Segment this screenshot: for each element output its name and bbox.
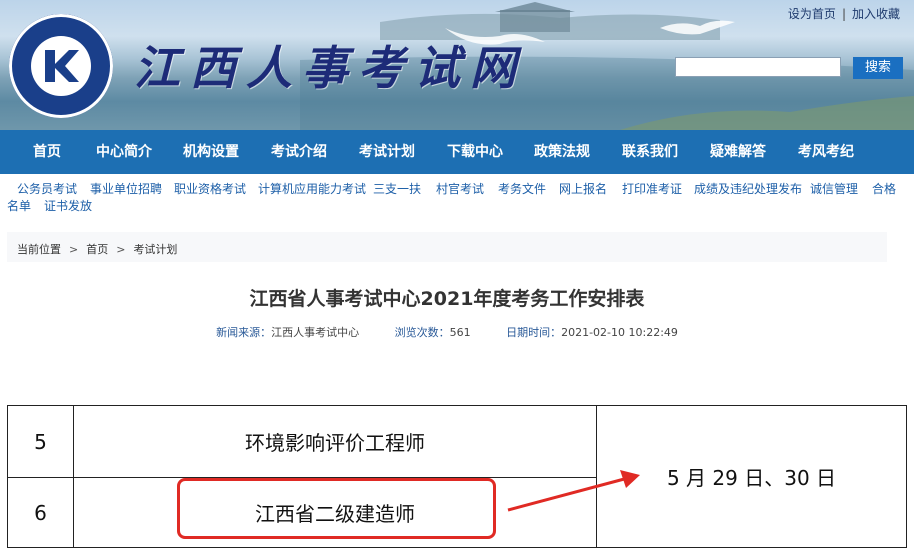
search-button[interactable]: 搜索 bbox=[853, 57, 903, 79]
nav-organization[interactable]: 机构设置 bbox=[183, 130, 239, 174]
article-title: 江西省人事考试中心2021年度考务工作安排表 bbox=[249, 288, 645, 310]
row-5-number: 5 bbox=[7, 405, 74, 478]
subnav-qualification[interactable]: 职业资格考试 bbox=[174, 180, 246, 197]
breadcrumb-separator: > bbox=[116, 243, 126, 256]
views-label: 浏览次数： bbox=[394, 326, 450, 339]
subnav-village-official[interactable]: 村官考试 bbox=[436, 180, 484, 197]
subnav-online-registration[interactable]: 网上报名 bbox=[559, 180, 607, 197]
source-value: 江西人事考试中心 bbox=[271, 326, 360, 339]
source-label: 新闻来源： bbox=[216, 326, 272, 339]
nav-contact[interactable]: 联系我们 bbox=[622, 130, 678, 174]
breadcrumb-label: 当前位置 bbox=[17, 243, 61, 256]
article-meta: 新闻来源：江西人事考试中心 浏览次数：561 日期时间：2021-02-10 1… bbox=[7, 324, 887, 340]
set-homepage-link[interactable]: 设为首页 bbox=[788, 7, 836, 21]
sub-nav: 公务员考试 事业单位招聘 职业资格考试 计算机应用能力考试 三支一扶 村官考试 … bbox=[0, 174, 914, 218]
nav-exam-plan[interactable]: 考试计划 bbox=[359, 130, 415, 174]
subnav-list[interactable]: 名单 bbox=[7, 197, 31, 214]
subnav-computer-skills[interactable]: 计算机应用能力考试 bbox=[258, 180, 366, 197]
nav-discipline[interactable]: 考风考纪 bbox=[798, 130, 854, 174]
subnav-certificate[interactable]: 证书发放 bbox=[44, 197, 92, 214]
main-nav: 首页 中心简介 机构设置 考试介绍 考试计划 下载中心 政策法规 联系我们 疑难… bbox=[0, 130, 914, 174]
nav-about[interactable]: 中心简介 bbox=[96, 130, 152, 174]
add-favorite-link[interactable]: 加入收藏 bbox=[852, 7, 900, 21]
highlight-box bbox=[177, 478, 496, 539]
red-arrow-icon bbox=[507, 470, 640, 512]
site-name: 江西人事考试网 bbox=[134, 41, 526, 95]
nav-policies[interactable]: 政策法规 bbox=[534, 130, 590, 174]
search-input[interactable] bbox=[675, 57, 841, 77]
subnav-print-admission[interactable]: 打印准考证 bbox=[622, 180, 682, 197]
subnav-sanzhi-yifu[interactable]: 三支一扶 bbox=[373, 180, 421, 197]
top-links-separator: | bbox=[841, 7, 846, 21]
nav-faq[interactable]: 疑难解答 bbox=[710, 130, 766, 174]
subnav-exam-documents[interactable]: 考务文件 bbox=[498, 180, 546, 197]
breadcrumb: 当前位置 > 首页 > 考试计划 bbox=[17, 241, 177, 257]
nav-downloads[interactable]: 下载中心 bbox=[447, 130, 503, 174]
site-logo[interactable] bbox=[9, 14, 113, 118]
nav-exam-intro[interactable]: 考试介绍 bbox=[271, 130, 327, 174]
article-panel: 当前位置 > 首页 > 考试计划 江西省人事考试中心2021年度考务工作安排表 新闻来源… bbox=[7, 232, 887, 357]
views-value: 561 bbox=[449, 326, 471, 339]
nav-home[interactable]: 首页 bbox=[33, 130, 61, 174]
header-banner: 江西人事考试网 设为首页 | 加入收藏 搜索 bbox=[0, 0, 914, 130]
top-links: 设为首页 | 加入收藏 bbox=[788, 5, 900, 22]
subnav-public-institution[interactable]: 事业单位招聘 bbox=[90, 180, 162, 197]
subnav-credit-management[interactable]: 诚信管理 bbox=[810, 180, 858, 197]
subnav-civil-servant[interactable]: 公务员考试 bbox=[17, 180, 77, 197]
row-6-number: 6 bbox=[7, 477, 74, 548]
logo-emblem-icon bbox=[31, 36, 91, 96]
breadcrumb-exam-plan[interactable]: 考试计划 bbox=[133, 243, 177, 256]
subnav-results[interactable]: 成绩及违纪处理发布 bbox=[694, 180, 802, 197]
breadcrumb-home[interactable]: 首页 bbox=[86, 243, 108, 256]
breadcrumb-separator: > bbox=[69, 243, 79, 256]
date-value: 2021-02-10 10:22:49 bbox=[561, 326, 678, 339]
subnav-qualified[interactable]: 合格 bbox=[872, 180, 896, 197]
date-label: 日期时间： bbox=[506, 326, 562, 339]
